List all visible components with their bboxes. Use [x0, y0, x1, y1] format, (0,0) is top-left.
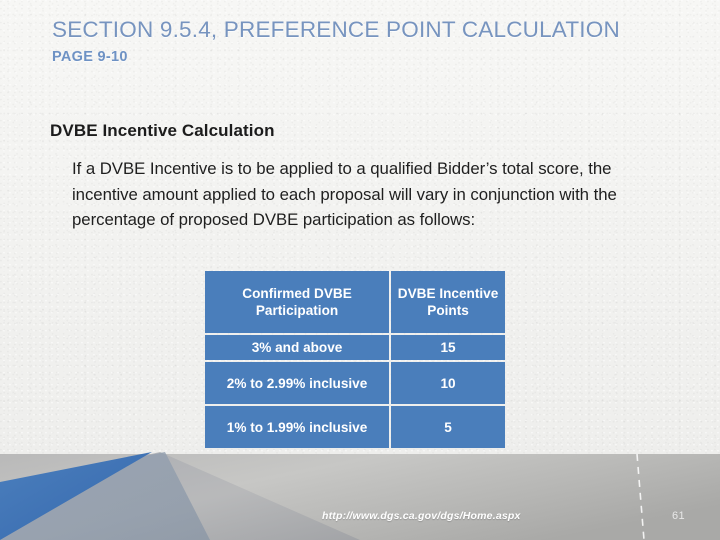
cell-points: 15 — [391, 335, 505, 360]
footer-url[interactable]: http://www.dgs.ca.gov/dgs/Home.aspx — [322, 510, 521, 522]
body-paragraph: If a DVBE Incentive is to be applied to … — [72, 159, 617, 229]
title-block: SECTION 9.5.4, PREFERENCE POINT CALCULAT… — [52, 16, 652, 65]
column-header-participation: Confirmed DVBE Participation — [205, 271, 390, 333]
table-header-row: Confirmed DVBE Participation DVBE Incent… — [205, 271, 505, 333]
footer-graphics-svg — [0, 452, 720, 540]
cell-participation: 3% and above — [205, 335, 390, 360]
table-row: 3% and above 15 — [205, 335, 505, 360]
cell-points: 10 — [391, 362, 505, 404]
page-number: 61 — [672, 510, 686, 522]
dvbe-incentive-table: Confirmed DVBE Participation DVBE Incent… — [203, 269, 507, 450]
section-heading: DVBE Incentive Calculation — [50, 121, 275, 140]
slide-canvas: SECTION 9.5.4, PREFERENCE POINT CALCULAT… — [0, 0, 720, 540]
column-header-points: DVBE Incentive Points — [391, 271, 505, 333]
cell-participation: 1% to 1.99% inclusive — [205, 406, 390, 448]
page-title: SECTION 9.5.4, PREFERENCE POINT CALCULAT… — [52, 17, 620, 42]
cell-points: 5 — [391, 406, 505, 448]
table-row: 1% to 1.99% inclusive 5 — [205, 406, 505, 448]
footer-decoration — [0, 450, 720, 540]
cell-participation: 2% to 2.99% inclusive — [205, 362, 390, 404]
table-row: 2% to 2.99% inclusive 10 — [205, 362, 505, 404]
page-subtitle: PAGE 9-10 — [52, 49, 128, 65]
